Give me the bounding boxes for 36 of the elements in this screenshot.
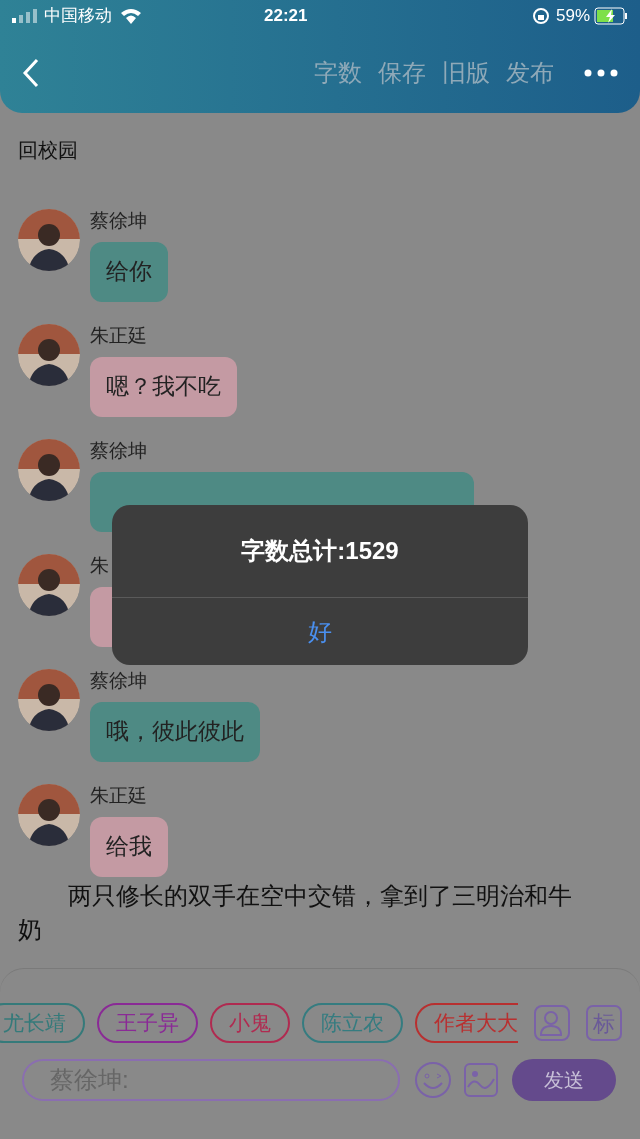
sender-name: 蔡徐坤 (90, 439, 147, 463)
battery-charging-icon (594, 7, 628, 25)
character-chip[interactable]: 小鬼 (210, 1003, 290, 1043)
message-bubble: 给你 (90, 241, 168, 302)
smiley-icon[interactable] (414, 1061, 452, 1099)
sender-name: 蔡徐坤 (90, 669, 147, 693)
story-paragraph: 两只修长的双手在空中交错，拿到了三明治和牛奶 (18, 881, 573, 945)
signal-icon (12, 9, 38, 23)
carrier-name: 中国移动 (44, 5, 112, 28)
header-action[interactable]: 旧版 (442, 54, 490, 91)
back-icon[interactable] (22, 57, 40, 88)
dialog-message: 字数总计:1529 (240, 536, 400, 566)
image-icon[interactable] (464, 1063, 498, 1097)
person-icon[interactable] (534, 1005, 570, 1041)
message-bubble: 嗯？我不吃 (90, 356, 237, 417)
header-action[interactable]: 发布 (506, 54, 554, 91)
battery-percent: 59% (555, 5, 590, 28)
character-chip[interactable]: 王子异 (97, 1003, 198, 1043)
character-chip[interactable]: 尤长靖 (0, 1003, 85, 1043)
character-chip[interactable]: 作者大大 (415, 1003, 518, 1043)
story-title: 回校园 (18, 138, 79, 163)
clock: 22:21 (264, 5, 308, 28)
send-button[interactable]: 发送 (512, 1059, 616, 1101)
rotation-lock-icon (531, 7, 550, 25)
sender-name: 朱正廷 (90, 324, 147, 348)
message-bubble: 给我 (90, 816, 168, 877)
ok-button[interactable]: 好 (112, 598, 528, 665)
message-bubble: 哦，彼此彼此 (90, 701, 260, 762)
sender-name: 朱正廷 (90, 784, 147, 808)
wifi-icon (120, 8, 142, 24)
sender-name: 朱 (90, 554, 109, 578)
header-action[interactable]: 保存 (378, 54, 426, 91)
more-icon[interactable] (584, 68, 618, 77)
header-action[interactable]: 字数 (314, 54, 362, 91)
sender-name: 蔡徐坤 (90, 209, 147, 233)
character-chip[interactable]: 陈立农 (302, 1003, 403, 1043)
